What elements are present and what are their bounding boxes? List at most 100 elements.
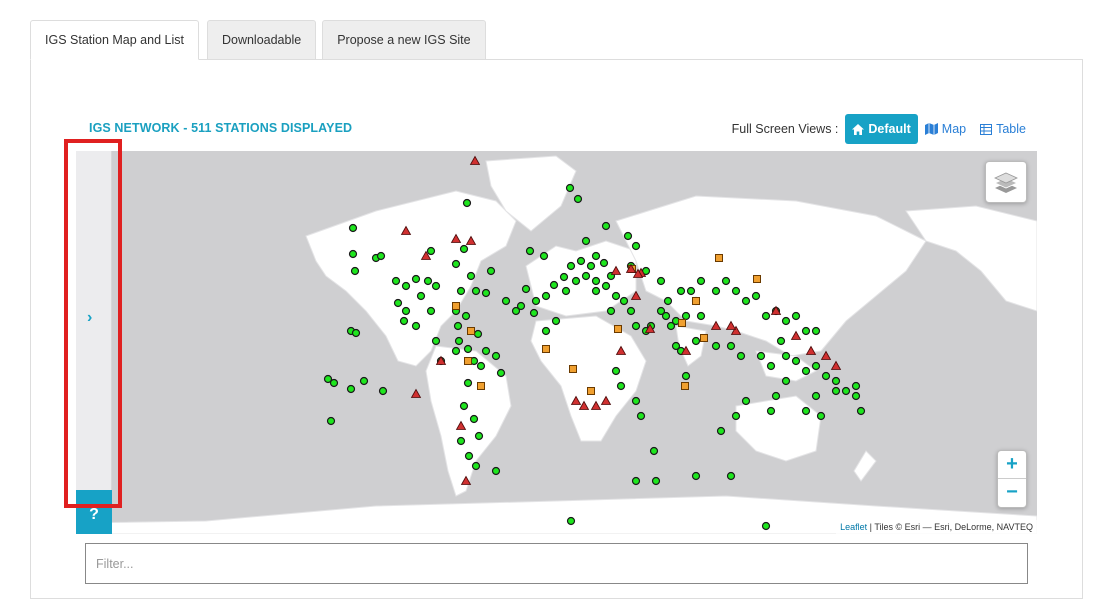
tab-downloadable[interactable]: Downloadable xyxy=(206,20,317,60)
station-marker-active[interactable] xyxy=(481,346,491,356)
station-marker-active[interactable] xyxy=(601,221,611,231)
station-marker-active[interactable] xyxy=(581,271,591,281)
station-marker-active[interactable] xyxy=(761,311,771,321)
station-marker-active[interactable] xyxy=(599,258,609,268)
station-marker-warning[interactable] xyxy=(700,334,708,342)
station-marker-warning[interactable] xyxy=(542,345,550,353)
station-marker-active[interactable] xyxy=(463,378,473,388)
station-marker-active[interactable] xyxy=(571,276,581,286)
station-marker-active[interactable] xyxy=(681,311,691,321)
station-marker-active[interactable] xyxy=(721,276,731,286)
station-marker-active[interactable] xyxy=(711,286,721,296)
station-marker-active[interactable] xyxy=(426,246,436,256)
station-marker-active[interactable] xyxy=(711,341,721,351)
station-marker-warning[interactable] xyxy=(753,275,761,283)
station-marker-problem[interactable] xyxy=(410,388,422,398)
station-marker-active[interactable] xyxy=(451,346,461,356)
station-marker-active[interactable] xyxy=(631,476,641,486)
station-marker-active[interactable] xyxy=(691,336,701,346)
station-marker-active[interactable] xyxy=(841,386,851,396)
station-marker-active[interactable] xyxy=(423,276,433,286)
station-marker-active[interactable] xyxy=(631,321,641,331)
station-marker-active[interactable] xyxy=(348,249,358,259)
station-marker-active[interactable] xyxy=(606,306,616,316)
station-marker-active[interactable] xyxy=(529,308,539,318)
station-marker-active[interactable] xyxy=(656,276,666,286)
station-marker-active[interactable] xyxy=(469,414,479,424)
station-marker-active[interactable] xyxy=(463,344,473,354)
station-marker-active[interactable] xyxy=(431,336,441,346)
station-marker-active[interactable] xyxy=(565,183,575,193)
station-marker-active[interactable] xyxy=(619,296,629,306)
leaflet-link[interactable]: Leaflet xyxy=(840,522,867,532)
station-marker-warning[interactable] xyxy=(681,382,689,390)
station-marker-active[interactable] xyxy=(401,281,411,291)
station-marker-warning[interactable] xyxy=(715,254,723,262)
station-marker-problem[interactable] xyxy=(469,155,481,165)
station-marker-active[interactable] xyxy=(471,286,481,296)
filter-input[interactable] xyxy=(85,543,1028,584)
station-marker-active[interactable] xyxy=(496,368,506,378)
station-marker-active[interactable] xyxy=(681,371,691,381)
station-marker-active[interactable] xyxy=(454,336,464,346)
station-marker-active[interactable] xyxy=(623,231,633,241)
station-marker-active[interactable] xyxy=(611,291,621,301)
station-marker-warning[interactable] xyxy=(452,302,460,310)
station-marker-active[interactable] xyxy=(766,406,776,416)
station-marker-active[interactable] xyxy=(591,286,601,296)
station-marker-active[interactable] xyxy=(539,251,549,261)
station-marker-active[interactable] xyxy=(731,411,741,421)
station-marker-active[interactable] xyxy=(781,316,791,326)
station-marker-active[interactable] xyxy=(751,291,761,301)
station-marker-active[interactable] xyxy=(426,306,436,316)
station-map[interactable]: + − Leaflet | Tiles © Esri — Esri, DeLor… xyxy=(76,151,1037,534)
zoom-in-button[interactable]: + xyxy=(998,451,1026,479)
station-marker-active[interactable] xyxy=(541,291,551,301)
station-marker-active[interactable] xyxy=(816,411,826,421)
station-marker-active[interactable] xyxy=(781,351,791,361)
station-marker-active[interactable] xyxy=(851,381,861,391)
zoom-out-button[interactable]: − xyxy=(998,479,1026,507)
station-marker-active[interactable] xyxy=(511,306,521,316)
station-marker-active[interactable] xyxy=(591,251,601,261)
station-marker-active[interactable] xyxy=(726,341,736,351)
map-view-button[interactable]: Map xyxy=(918,114,973,144)
station-marker-active[interactable] xyxy=(801,366,811,376)
default-view-button[interactable]: Default xyxy=(845,114,918,144)
station-marker-warning[interactable] xyxy=(678,319,686,327)
station-marker-active[interactable] xyxy=(781,376,791,386)
station-marker-active[interactable] xyxy=(601,281,611,291)
station-marker-active[interactable] xyxy=(856,406,866,416)
station-marker-problem[interactable] xyxy=(820,350,832,360)
station-marker-warning[interactable] xyxy=(464,357,472,365)
station-marker-active[interactable] xyxy=(771,391,781,401)
station-marker-warning[interactable] xyxy=(467,327,475,335)
station-marker-problem[interactable] xyxy=(830,360,842,370)
station-marker-active[interactable] xyxy=(411,321,421,331)
station-marker-active[interactable] xyxy=(651,476,661,486)
station-marker-active[interactable] xyxy=(696,311,706,321)
station-marker-active[interactable] xyxy=(491,351,501,361)
station-marker-active[interactable] xyxy=(631,396,641,406)
chevron-right-icon[interactable]: › xyxy=(87,309,92,327)
tab-propose-site[interactable]: Propose a new IGS Site xyxy=(322,20,486,60)
station-marker-active[interactable] xyxy=(466,271,476,281)
station-marker-active[interactable] xyxy=(491,466,501,476)
station-marker-active[interactable] xyxy=(791,356,801,366)
tab-station-map-list[interactable]: IGS Station Map and List xyxy=(30,20,199,60)
station-marker-active[interactable] xyxy=(401,306,411,316)
station-marker-active[interactable] xyxy=(481,288,491,298)
station-marker-active[interactable] xyxy=(741,296,751,306)
station-marker-active[interactable] xyxy=(471,461,481,471)
station-marker-active[interactable] xyxy=(541,326,551,336)
station-marker-active[interactable] xyxy=(831,386,841,396)
station-marker-active[interactable] xyxy=(566,261,576,271)
station-marker-warning[interactable] xyxy=(692,297,700,305)
station-marker-active[interactable] xyxy=(451,259,461,269)
station-marker-active[interactable] xyxy=(586,261,596,271)
station-marker-active[interactable] xyxy=(811,326,821,336)
station-marker-active[interactable] xyxy=(486,266,496,276)
station-marker-active[interactable] xyxy=(696,276,706,286)
station-marker-active[interactable] xyxy=(350,266,360,276)
station-marker-warning[interactable] xyxy=(569,365,577,373)
